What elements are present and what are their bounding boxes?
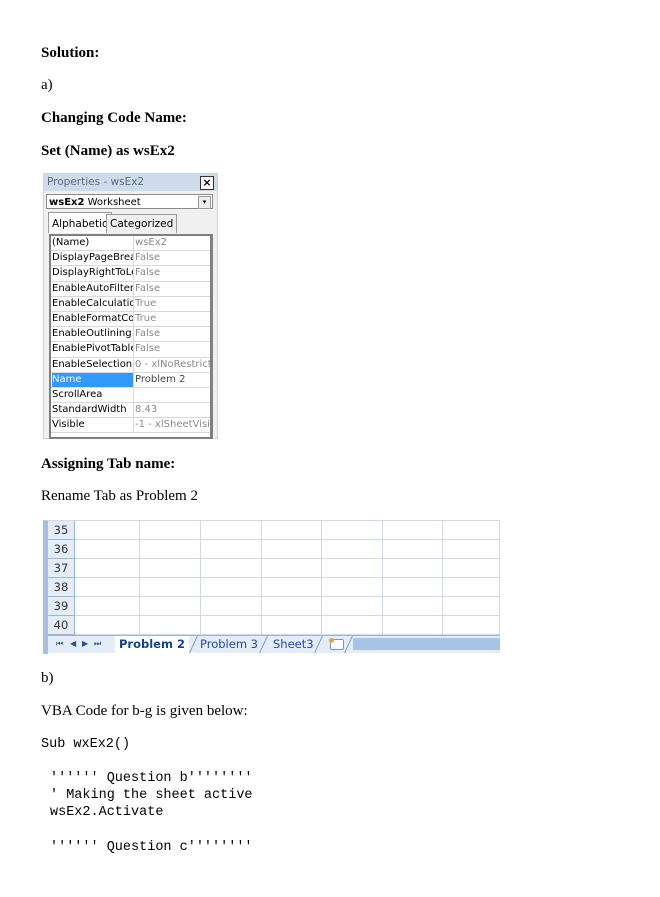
tab-separator — [344, 636, 353, 653]
object-type: Worksheet — [87, 197, 141, 208]
horizontal-scroll-area[interactable] — [353, 638, 500, 650]
property-value[interactable]: 8.43 — [135, 403, 210, 417]
row-header[interactable]: 37 — [48, 559, 75, 578]
row-header[interactable]: 38 — [48, 578, 75, 597]
chevron-down-icon[interactable]: ▾ — [198, 196, 211, 209]
property-row[interactable]: StandardWidth 8.43 — [51, 403, 210, 419]
property-row[interactable]: EnableSelection0 - xlNoRestrictions — [51, 357, 210, 373]
close-icon[interactable]: × — [200, 176, 214, 190]
property-row[interactable]: Name Problem 2 — [51, 372, 210, 388]
column-gridline — [200, 521, 201, 635]
property-name: EnableSelection — [52, 357, 134, 372]
property-row[interactable]: ScrollArea — [51, 387, 210, 404]
property-name: Visible — [52, 418, 134, 433]
previous-sheet-icon[interactable]: ◀ — [70, 638, 76, 650]
column-gridline — [261, 521, 262, 635]
property-row[interactable]: EnableAutoFilter False — [51, 281, 210, 297]
property-name: DisplayRightToLeft — [52, 266, 134, 281]
properties-title: Properties - wsEx2 — [47, 176, 145, 188]
column-gridline — [382, 521, 383, 635]
column-gridline — [442, 521, 443, 635]
properties-grid: (Name)wsEx2DisplayPageBreaksFalseDisplay… — [49, 234, 213, 439]
column-gridline — [321, 521, 322, 635]
part-b-label: b) — [41, 670, 54, 686]
tab-separator — [314, 636, 323, 653]
row-header[interactable]: 36 — [48, 540, 75, 559]
tab-categorized[interactable]: Categorized — [106, 214, 178, 233]
insert-sheet-icon[interactable] — [329, 638, 344, 650]
property-name: Name — [52, 372, 134, 387]
first-sheet-icon[interactable]: ⏮ — [56, 638, 63, 650]
sheet-tab-problem-2[interactable]: Problem 2 — [115, 636, 189, 653]
sheet-tab-problem-3[interactable]: Problem 3 — [200, 636, 258, 653]
rename-tab-text: Rename Tab as Problem 2 — [41, 488, 198, 504]
property-name: (Name) — [52, 236, 134, 250]
property-value[interactable]: False — [135, 251, 210, 265]
property-name: EnableCalculation — [52, 296, 134, 311]
property-value[interactable]: True — [135, 312, 210, 326]
property-value[interactable]: True — [135, 297, 210, 311]
row-header[interactable]: 40 — [48, 616, 75, 635]
tab-alphabetic[interactable]: Alphabetic — [48, 212, 112, 233]
object-selector-dropdown[interactable]: wsEx2 Worksheet ▾ — [46, 194, 213, 209]
property-row[interactable]: Visible-1 - xlSheetVisible — [51, 418, 210, 434]
property-value[interactable]: False — [135, 342, 210, 356]
property-name: EnableOutlining — [52, 327, 134, 342]
property-row[interactable]: EnableCalculation True — [51, 296, 210, 312]
property-row[interactable]: EnableOutlining False — [51, 327, 210, 343]
row-header[interactable]: 39 — [48, 597, 75, 616]
tab-separator — [189, 636, 198, 653]
code-line: '''''' Question c'''''''' — [50, 840, 253, 855]
property-row[interactable]: EnableFormatConditionsCalculationTrue — [51, 311, 210, 328]
excel-sheet: 35 36 37 38 39 40 ⏮ ◀ ▶ ⏭ Problem 2 Problem 3… — [43, 520, 500, 654]
solution-heading: Solution: — [41, 45, 100, 61]
property-name: EnableFormatConditionsCalculation — [52, 311, 134, 326]
property-name: DisplayPageBreaks — [52, 251, 134, 266]
property-value[interactable]: wsEx2 — [135, 236, 210, 250]
property-row[interactable]: DisplayPageBreaksFalse — [51, 251, 210, 267]
code-line: Sub wxEx2() — [41, 737, 131, 752]
column-gridline — [139, 521, 140, 635]
property-value[interactable]: 0 - xlNoRestrictions — [135, 358, 210, 372]
set-name-text: Set (Name) as wsEx2 — [41, 143, 175, 159]
code-line: ' Making the sheet active — [50, 788, 253, 803]
property-row[interactable]: (Name) wsEx2 — [51, 236, 210, 252]
object-name: wsEx2 — [49, 197, 85, 208]
column-gridline — [499, 521, 500, 635]
code-line: '''''' Question b'''''''' — [50, 771, 253, 786]
property-value[interactable]: False — [135, 266, 210, 280]
sheet-tab-bar: ⏮ ◀ ▶ ⏭ Problem 2 Problem 3 Sheet3 — [48, 635, 500, 653]
property-name: StandardWidth — [52, 403, 134, 418]
property-value[interactable]: False — [135, 282, 210, 296]
tab-separator — [259, 636, 268, 653]
properties-title-bar: Properties - wsEx2 × — [44, 174, 217, 191]
property-name: EnablePivotTable — [52, 342, 134, 357]
part-a-label: a) — [41, 77, 53, 93]
property-value[interactable]: False — [135, 327, 210, 341]
property-row[interactable]: DisplayRightToLeftFalse — [51, 266, 210, 282]
property-row[interactable]: EnablePivotTable False — [51, 342, 210, 358]
properties-window: Properties - wsEx2 × wsEx2 Worksheet ▾ A… — [43, 173, 218, 439]
property-name: ScrollArea — [52, 387, 134, 402]
vba-intro-text: VBA Code for b-g is given below: — [41, 703, 248, 719]
last-sheet-icon[interactable]: ⏭ — [94, 638, 101, 650]
next-sheet-icon[interactable]: ▶ — [82, 638, 88, 650]
property-value[interactable]: Problem 2 — [135, 373, 210, 387]
row-header[interactable]: 35 — [48, 521, 75, 540]
code-line: wsEx2.Activate — [50, 805, 164, 820]
property-name: EnableAutoFilter — [52, 281, 134, 296]
property-value[interactable]: -1 - xlSheetVisible — [135, 418, 210, 432]
sheet-tab-sheet3[interactable]: Sheet3 — [273, 636, 314, 653]
changing-code-name-heading: Changing Code Name: — [41, 110, 187, 126]
assigning-tab-name-heading: Assigning Tab name: — [41, 456, 176, 472]
